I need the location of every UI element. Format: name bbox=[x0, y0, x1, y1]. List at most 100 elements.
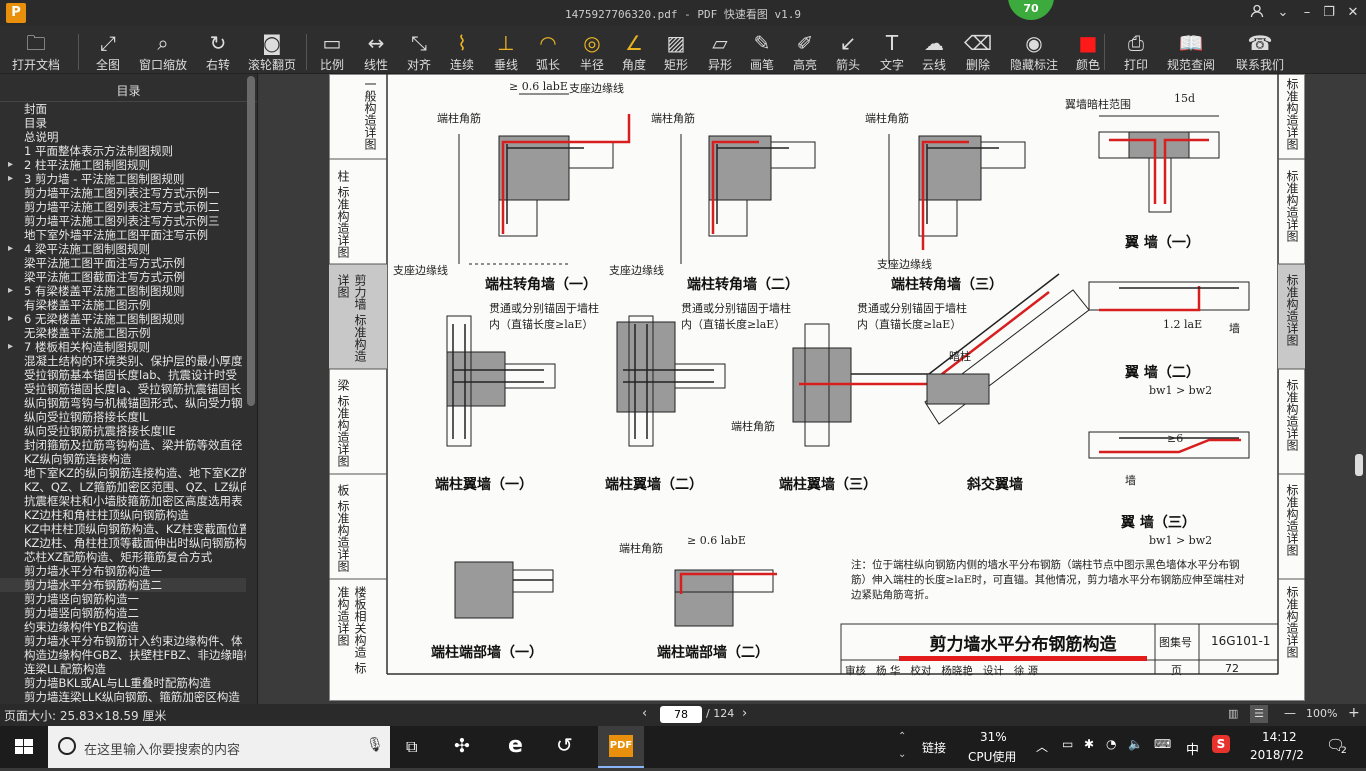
toc-item[interactable]: 目录 bbox=[0, 116, 246, 130]
windows-start-icon[interactable] bbox=[0, 726, 48, 768]
single-page-view-icon[interactable]: ▥ bbox=[1228, 707, 1238, 720]
microphone-icon[interactable]: 🎙 bbox=[366, 737, 384, 753]
toc-item[interactable]: 剪力墙平法施工图列表注写方式示例二 bbox=[0, 200, 246, 214]
toc-item[interactable]: 梁平法施工图平面注写方式示例 bbox=[0, 256, 246, 270]
toc-item[interactable]: KZ、QZ、LZ箍筋加密区范围、QZ、LZ纵向钢 bbox=[0, 480, 246, 494]
toc-item[interactable]: 1 平面整体表示方法制图规则 bbox=[0, 144, 246, 158]
toc-item[interactable]: 2 柱平法施工图制图规则 bbox=[0, 158, 246, 172]
toc-item[interactable]: 梁平法施工图截面注写方式示例 bbox=[0, 270, 246, 284]
toc-item[interactable]: 剪力墙竖向钢筋构造一 bbox=[0, 592, 246, 606]
toc-item[interactable]: 剪力墙平法施工图列表注写方式示例三 bbox=[0, 214, 246, 228]
toolbar-folder-button[interactable]: 🗀 打开文档 bbox=[8, 30, 64, 72]
wifi-icon[interactable]: ◔ bbox=[1106, 737, 1116, 751]
toc-item[interactable]: 总说明 bbox=[0, 130, 246, 144]
toolbar-mouse-wheel-button[interactable]: ◙ 滚轮翻页 bbox=[246, 30, 298, 72]
toolbar-linear-measure-button[interactable]: ↔ 线性 bbox=[360, 30, 392, 72]
pdf-app-taskbar-icon[interactable]: PDF bbox=[598, 726, 644, 768]
toc-item[interactable]: 纵向受拉钢筋搭接长度lL bbox=[0, 410, 246, 424]
bluetooth-icon[interactable]: ✱ bbox=[1084, 737, 1094, 751]
toc-item[interactable]: 有梁楼盖平法施工图示例 bbox=[0, 298, 246, 312]
toc-item[interactable]: 5 有梁楼盖平法施工图制图规则 bbox=[0, 284, 246, 298]
zoom-in-button[interactable]: + bbox=[1348, 705, 1360, 721]
close-icon[interactable]: ✕ bbox=[1344, 4, 1362, 22]
toc-item[interactable]: 剪力墙水平分布钢筋计入约束边缘构件、体 bbox=[0, 634, 246, 648]
keyboard-icon[interactable]: ⌨ bbox=[1154, 737, 1171, 751]
toc-item[interactable]: 6 无梁楼盖平法施工图制图规则 bbox=[0, 312, 246, 326]
toolbar-hide-annotation-button[interactable]: ◉ 隐藏标注 bbox=[1006, 30, 1062, 72]
dropdown-icon[interactable]: ⌄ bbox=[1274, 4, 1292, 22]
toolbar-text-button[interactable]: T 文字 bbox=[876, 30, 908, 72]
toc-item[interactable]: 剪力墙水平分布钢筋构造二 bbox=[0, 578, 246, 592]
toolbar-rotate-right-button[interactable]: ↻ 右转 bbox=[202, 30, 234, 72]
user-icon[interactable] bbox=[1248, 4, 1266, 22]
zoom-out-button[interactable]: — bbox=[1284, 706, 1296, 720]
toolbar-fit-page-button[interactable]: ⤢ 全图 bbox=[92, 30, 124, 72]
toc-item[interactable]: KZ纵向钢筋连接构造 bbox=[0, 452, 246, 466]
prev-page-icon[interactable]: ‹ bbox=[642, 706, 647, 721]
toolbar-cloud-button[interactable]: ☁ 云线 bbox=[918, 30, 950, 72]
toc-item[interactable]: 剪力墙连梁LLK纵向钢筋、箍筋加密区构造 bbox=[0, 690, 246, 702]
page-number-input[interactable]: 78 bbox=[660, 706, 702, 723]
browser-g-icon[interactable]: ↺ bbox=[556, 733, 573, 757]
taskbar-search-box[interactable]: 在这里输入你要搜索的内容 🎙 bbox=[48, 726, 390, 768]
network-icon[interactable]: ▭ bbox=[1062, 737, 1073, 751]
toolbar-radius-button[interactable]: ◎ 半径 bbox=[576, 30, 608, 72]
sogou-icon[interactable]: S bbox=[1212, 735, 1230, 753]
toc-item[interactable]: 3 剪力墙 - 平法施工图制图规则 bbox=[0, 172, 246, 186]
toolbar-arrow-button[interactable]: ↙ 箭头 bbox=[832, 30, 864, 72]
toolbar-scale-button[interactable]: ▭ 比例 bbox=[316, 30, 348, 72]
toc-item[interactable]: 剪力墙平法施工图列表注写方式示例一 bbox=[0, 186, 246, 200]
toolbar-perpendicular-button[interactable]: ⊥ 垂线 bbox=[490, 30, 522, 72]
toc-item[interactable]: 纵向钢筋弯钩与机械锚固形式、纵向受力钢 bbox=[0, 396, 246, 410]
tray-overflow-icon[interactable]: ︿ bbox=[1036, 738, 1048, 755]
toc-item[interactable]: 剪力墙BKL或AL与LL重叠时配筋构造 bbox=[0, 676, 246, 690]
pdf-page[interactable]: 一般构造详图 柱 标准构造详图 剪力墙 标准构造详图 梁 标准构造详图 板 标准… bbox=[329, 74, 1305, 701]
toc-item[interactable]: 受拉钢筋基本锚固长度lab、抗震设计时受 bbox=[0, 368, 246, 382]
toolbar-angle-button[interactable]: ∠ 角度 bbox=[618, 30, 650, 72]
toolbar-book-button[interactable]: 📖 规范查阅 bbox=[1164, 30, 1218, 72]
toc-item[interactable]: 构造边缘构件GBZ、扶壁柱FBZ、非边缘暗柱 bbox=[0, 648, 246, 662]
toolbar-eraser-button[interactable]: ⌫ 删除 bbox=[962, 30, 994, 72]
link-label[interactable]: 链接 bbox=[922, 739, 946, 756]
ime-indicator[interactable]: 中 bbox=[1186, 739, 1199, 758]
volume-icon[interactable]: 🔈 bbox=[1128, 737, 1143, 751]
toc-item[interactable]: 连梁LL配筋构造 bbox=[0, 662, 246, 676]
toc-item[interactable]: 剪力墙竖向钢筋构造二 bbox=[0, 606, 246, 620]
fan-app-icon[interactable]: ✣ bbox=[454, 735, 470, 757]
toc-item[interactable]: 封面 bbox=[0, 102, 246, 116]
continuous-view-icon[interactable]: ☰ bbox=[1250, 705, 1268, 723]
toc-item[interactable]: KZ中柱柱顶纵向钢筋构造、KZ柱变截面位置 bbox=[0, 522, 246, 536]
toc-item[interactable]: 地下室外墙平法施工图平面注写示例 bbox=[0, 228, 246, 242]
toc-item[interactable]: 剪力墙水平分布钢筋构造一 bbox=[0, 564, 246, 578]
toc-item[interactable]: 芯柱XZ配筋构造、矩形箍筋复合方式 bbox=[0, 550, 246, 564]
toolbar-arc-length-button[interactable]: ◠ 弧长 bbox=[532, 30, 564, 72]
minimize-icon[interactable]: – bbox=[1298, 4, 1316, 22]
toolbar-polygon-area-button[interactable]: ▱ 异形 bbox=[704, 30, 736, 72]
scroll-arrows-icon[interactable]: ⌃ ⌄ bbox=[898, 728, 906, 764]
toolbar-print-button[interactable]: ⎙ 打印 bbox=[1120, 30, 1152, 72]
toolbar-pen-button[interactable]: ✎ 画笔 bbox=[746, 30, 778, 72]
toc-item[interactable]: KZ边柱和角柱柱顶纵向钢筋构造 bbox=[0, 508, 246, 522]
toolbar-support-button[interactable]: ☎ 联系我们 bbox=[1232, 30, 1288, 72]
toolbar-continuous-measure-button[interactable]: ⌇ 连续 bbox=[446, 30, 478, 72]
toolbar-zoom-window-button[interactable]: ⌕ 窗口缩放 bbox=[136, 30, 190, 72]
toc-item[interactable]: 受拉钢筋锚固长度la、受拉钢筋抗震锚固长 bbox=[0, 382, 246, 396]
toc-item[interactable]: 无梁楼盖平法施工图示例 bbox=[0, 326, 246, 340]
maximize-icon[interactable]: ❐ bbox=[1320, 4, 1338, 22]
toc-item[interactable]: 4 梁平法施工图制图规则 bbox=[0, 242, 246, 256]
task-view-icon[interactable]: ⧉ bbox=[406, 737, 417, 757]
toolbar-aligned-measure-button[interactable]: ⤡ 对齐 bbox=[403, 30, 435, 72]
toc-item[interactable]: 地下室KZ的纵向钢筋连接构造、地下室KZ的 bbox=[0, 466, 246, 480]
sidebar-scrollbar[interactable] bbox=[247, 76, 255, 406]
toc-item[interactable]: 抗震框架柱和小墙肢箍筋加密区高度选用表 bbox=[0, 494, 246, 508]
toc-item[interactable]: KZ边柱、角柱柱顶等截面伸出时纵向钢筋构 bbox=[0, 536, 246, 550]
toc-item[interactable]: 混凝土结构的环境类别、保护层的最小厚度 bbox=[0, 354, 246, 368]
next-page-icon[interactable]: › bbox=[742, 706, 747, 721]
toolbar-rectangle-area-button[interactable]: ▨ 矩形 bbox=[660, 30, 692, 72]
toolbar-color-swatch-button[interactable]: ■ 颜色 bbox=[1072, 30, 1104, 72]
toc-item[interactable]: 纵向受拉钢筋抗震搭接长度llE bbox=[0, 424, 246, 438]
main-scrollbar-thumb[interactable] bbox=[1355, 454, 1363, 476]
toc-item[interactable]: 约束边缘构件YBZ构造 bbox=[0, 620, 246, 634]
ie-browser-icon[interactable]: e bbox=[508, 733, 523, 758]
toc-item[interactable]: 7 楼板相关构造制图规则 bbox=[0, 340, 246, 354]
